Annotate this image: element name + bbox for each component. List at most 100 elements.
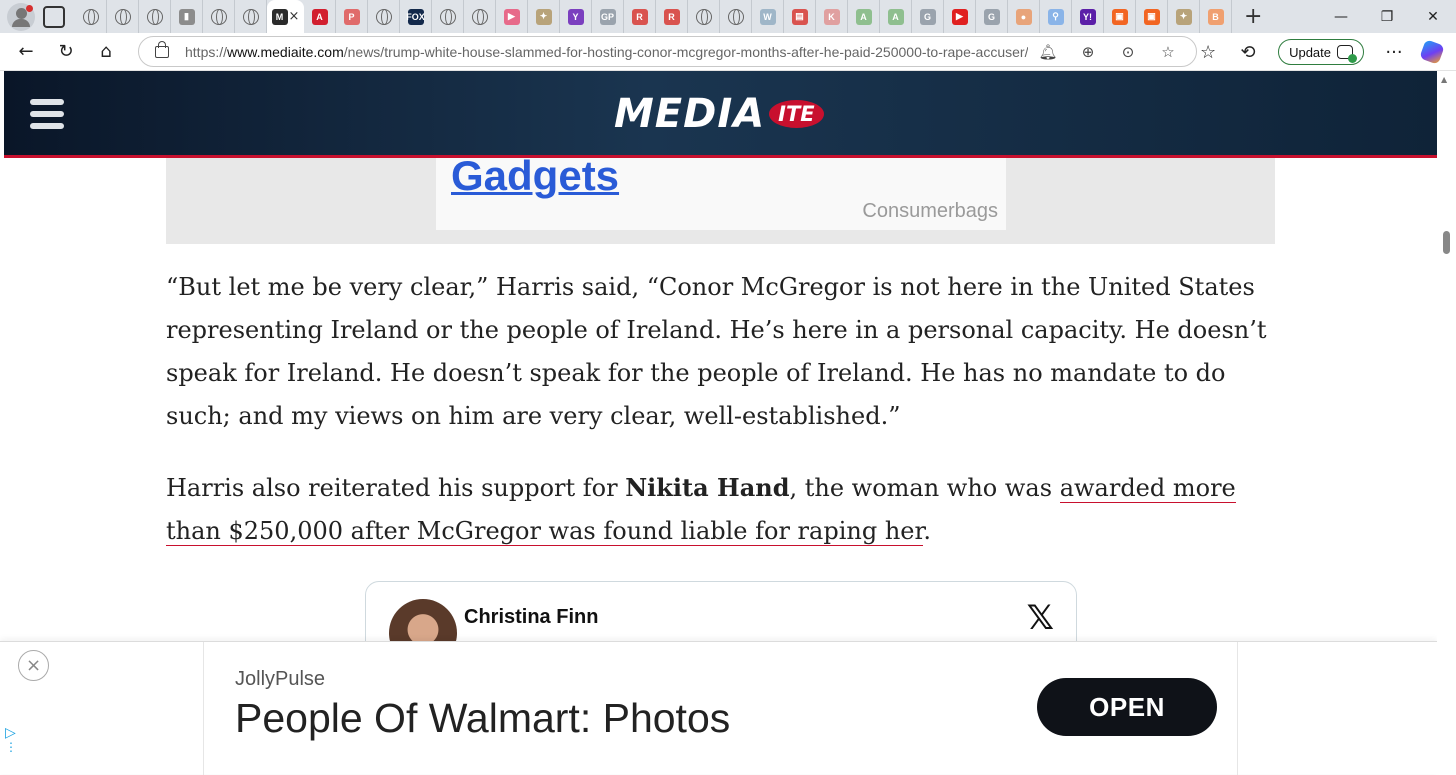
address-bar[interactable]: https://www.mediaite.com/news/trump-whit… bbox=[138, 36, 1197, 67]
browser-tab[interactable]: Y! bbox=[1072, 0, 1104, 33]
top-ad-sponsor: Consumerbags bbox=[862, 200, 998, 222]
url-text[interactable]: https://www.mediaite.com/news/trump-whit… bbox=[185, 44, 1028, 60]
scrollbar-thumb[interactable] bbox=[1443, 231, 1450, 254]
browser-tab[interactable]: W bbox=[752, 0, 784, 33]
browser-tab[interactable]: A bbox=[848, 0, 880, 33]
browser-tab[interactable]: A bbox=[880, 0, 912, 33]
site-favicon-icon: ✦ bbox=[1175, 8, 1192, 25]
article-paragraph-support: Harris also reiterated his support for N… bbox=[166, 466, 1276, 553]
p2-text-before: Harris also reiterated his support for bbox=[166, 474, 626, 502]
browser-tab[interactable]: P bbox=[336, 0, 368, 33]
update-badge-icon bbox=[1337, 45, 1357, 63]
tweet-author-name[interactable]: Christina Finn bbox=[464, 606, 598, 629]
browser-tab[interactable] bbox=[368, 0, 400, 33]
more-options-icon[interactable]: ⊙ bbox=[1108, 43, 1148, 61]
browser-tab[interactable]: G bbox=[976, 0, 1008, 33]
top-ad-creative[interactable]: Gadgets Consumerbags bbox=[436, 152, 1006, 230]
top-ad-banner: Gadgets Consumerbags bbox=[166, 152, 1275, 244]
site-favicon-icon: A bbox=[311, 8, 328, 25]
site-favicon-icon: ✦ bbox=[535, 8, 552, 25]
minimize-button[interactable]: — bbox=[1318, 9, 1364, 25]
site-favicon-icon: ⚲ bbox=[1047, 8, 1064, 25]
browser-tab[interactable] bbox=[688, 0, 720, 33]
article-body: “But let me be very clear,” Harris said,… bbox=[166, 266, 1276, 581]
new-tab-button[interactable]: + bbox=[1244, 5, 1262, 28]
ad-headline[interactable]: People Of Walmart: Photos bbox=[235, 695, 730, 742]
toolbar-right: ☆ ⟲ Update ··· bbox=[1188, 33, 1456, 71]
logo-badge: ITE bbox=[769, 100, 824, 128]
adchoices-icon[interactable]: ▷ ⋮ bbox=[5, 726, 19, 754]
back-arrow-icon[interactable]: ← bbox=[6, 33, 46, 71]
bottom-ad-body[interactable]: JollyPulse People Of Walmart: Photos OPE… bbox=[203, 642, 1238, 775]
globe-icon bbox=[242, 8, 259, 25]
browser-tab[interactable]: B bbox=[1200, 0, 1232, 33]
browser-tab[interactable] bbox=[720, 0, 752, 33]
tab-actions-icon[interactable] bbox=[43, 5, 65, 28]
browser-tab[interactable]: ▮ bbox=[171, 0, 203, 33]
p2-text-end: . bbox=[923, 517, 931, 545]
tab-close-icon[interactable]: × bbox=[289, 9, 300, 24]
globe-icon bbox=[727, 8, 744, 25]
browser-tab[interactable]: G bbox=[912, 0, 944, 33]
x-logo-icon[interactable]: 𝕏 bbox=[1027, 598, 1054, 638]
browser-tab[interactable]: R bbox=[624, 0, 656, 33]
update-button[interactable]: Update bbox=[1278, 39, 1364, 65]
browser-tab[interactable]: ✦ bbox=[528, 0, 560, 33]
profile-avatar-icon[interactable] bbox=[7, 2, 35, 31]
site-favicon-icon: K bbox=[823, 8, 840, 25]
browser-tab[interactable] bbox=[107, 0, 139, 33]
favorites-icon[interactable]: ☆ bbox=[1188, 33, 1228, 71]
site-favicon-icon: FOX bbox=[406, 8, 425, 25]
browser-tab[interactable]: ▶ bbox=[944, 0, 976, 33]
browser-tab[interactable]: FOX bbox=[400, 0, 432, 33]
p2-text-middle: , the woman who was bbox=[789, 474, 1060, 502]
restore-button[interactable]: ❐ bbox=[1364, 9, 1410, 25]
browser-tab[interactable] bbox=[75, 0, 107, 33]
settings-more-icon[interactable]: ··· bbox=[1374, 33, 1414, 71]
history-icon[interactable]: ⟲ bbox=[1228, 33, 1268, 71]
favorite-star-icon[interactable]: ☆ bbox=[1148, 43, 1188, 61]
site-favicon-icon: W bbox=[759, 8, 776, 25]
close-window-button[interactable]: ✕ bbox=[1410, 9, 1456, 25]
home-icon[interactable]: ⌂ bbox=[86, 33, 126, 71]
top-ad-headline[interactable]: Gadgets bbox=[451, 152, 619, 200]
close-ad-icon[interactable]: × bbox=[18, 650, 49, 681]
browser-tab[interactable] bbox=[203, 0, 235, 33]
browser-tab[interactable]: ▣ bbox=[1136, 0, 1168, 33]
mediaite-logo[interactable]: MEDIA ITE bbox=[614, 91, 824, 137]
url-host: www.mediaite.com bbox=[227, 43, 344, 60]
browser-tab[interactable]: ▤ bbox=[784, 0, 816, 33]
menu-hamburger-icon[interactable] bbox=[30, 99, 64, 129]
tab-list: ▮ M × A P FOX ▶ ✦ Y GP R R W ▤ K A A G ▶ G ● ⚲ Y! ▣ ▣ ✦ B bbox=[75, 0, 1232, 33]
site-favicon-icon: B bbox=[1207, 8, 1224, 25]
browser-tab[interactable]: R bbox=[656, 0, 688, 33]
browser-tab[interactable]: Y bbox=[560, 0, 592, 33]
ad-open-button[interactable]: OPEN bbox=[1037, 678, 1217, 736]
page-scrollbar[interactable]: ▲ bbox=[1437, 71, 1456, 774]
article-paragraph-quote: “But let me be very clear,” Harris said,… bbox=[166, 273, 1267, 430]
scroll-up-icon[interactable]: ▲ bbox=[1441, 75, 1447, 84]
bell-icon[interactable]: 🔔︎ bbox=[1028, 43, 1068, 61]
browser-tab[interactable]: ⚲ bbox=[1040, 0, 1072, 33]
zoom-icon[interactable]: ⊕ bbox=[1068, 43, 1108, 61]
lock-icon[interactable] bbox=[155, 40, 169, 58]
ad-brand: JollyPulse bbox=[235, 668, 326, 690]
copilot-icon[interactable] bbox=[1419, 39, 1445, 65]
site-favicon-icon: Y bbox=[567, 8, 584, 25]
refresh-icon[interactable]: ↻ bbox=[46, 33, 86, 71]
browser-tab[interactable] bbox=[235, 0, 267, 33]
browser-tab[interactable]: ▶ bbox=[496, 0, 528, 33]
site-favicon-icon: R bbox=[631, 8, 648, 25]
browser-tab[interactable] bbox=[432, 0, 464, 33]
browser-tab[interactable]: K bbox=[816, 0, 848, 33]
browser-tab[interactable]: ▣ bbox=[1104, 0, 1136, 33]
browser-tab[interactable]: GP bbox=[592, 0, 624, 33]
globe-icon bbox=[114, 8, 131, 25]
browser-tab[interactable] bbox=[464, 0, 496, 33]
browser-tab[interactable] bbox=[139, 0, 171, 33]
browser-tab[interactable]: A bbox=[304, 0, 336, 33]
tab-strip: ▮ M × A P FOX ▶ ✦ Y GP R R W ▤ K A A G ▶ G ● ⚲ Y! ▣ ▣ ✦ B + — ❐ ✕ bbox=[0, 0, 1456, 33]
browser-tab[interactable]: ● bbox=[1008, 0, 1040, 33]
tab-active[interactable]: M × bbox=[267, 0, 304, 33]
browser-tab[interactable]: ✦ bbox=[1168, 0, 1200, 33]
